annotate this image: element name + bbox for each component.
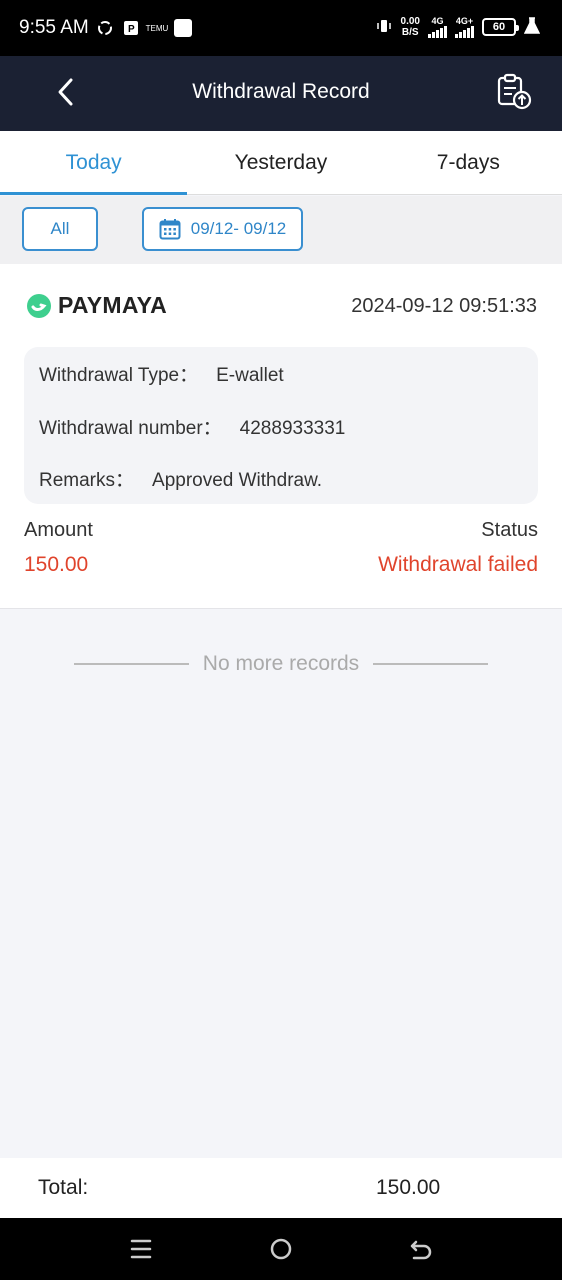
channel-name: PAYMAYA [58,292,168,318]
temu-icon: TEMU [145,23,169,33]
records-upload-button[interactable] [494,72,534,112]
sim1-label: 4G [431,15,444,26]
sync-icon [96,19,114,37]
page-title: Withdrawal Record [192,80,370,103]
list-end-indicator: No more records [0,652,562,676]
clipboard-upload-icon [497,73,532,110]
divider-right [373,663,489,665]
total-value: 150.00 [376,1176,441,1199]
system-icons: 0.00 B/S 4G 4G+ 60 [375,15,541,38]
battery-level: 60 [492,21,506,33]
divider-left [73,663,189,665]
withdrawal-number-value: 4288933331 [239,418,346,439]
record-details: Withdrawal Type： E-wallet Withdrawal numb… [24,347,538,504]
sim2-label: 4G+ [455,15,474,26]
vibrate-icon [375,17,393,38]
remarks-label: Remarks： [39,470,135,491]
tab-today[interactable]: Today [0,131,188,195]
net-speed: 0.00 B/S [401,16,420,38]
notification-icons: P TEMU [96,19,192,37]
tab-yesterday[interactable]: Yesterday [187,131,374,194]
svg-text:P: P [128,24,135,35]
status-bar: 9:55 AM P TEMU 0.00 B/S 4G 4G+ 60 [0,0,562,56]
payment-channel: PAYMAYA [26,292,167,319]
date-range-text: 09/12- 09/12 [190,219,287,238]
status-time: 9:55 AM [19,17,89,38]
flask-icon [523,16,541,38]
filter-all-button[interactable]: All [22,207,98,251]
withdrawal-type-label: Withdrawal Type： [39,365,199,386]
app-p-icon: P [122,19,140,37]
tab-7-days[interactable]: 7-days [375,131,562,194]
battery-icon: 60 [482,18,519,36]
paymaya-logo-icon [27,293,51,318]
net-speed-value: 0.00 [400,16,420,27]
remarks-value: Approved Withdraw. [152,470,323,491]
home-circle-icon [270,1238,292,1260]
gallery-icon [174,19,192,37]
filter-bar: All 09/12- 09/12 [0,196,562,264]
recent-apps-button[interactable] [126,1234,156,1264]
status-label: Status [481,519,538,541]
date-range-picker[interactable]: 09/12- 09/12 [142,207,303,251]
home-button[interactable] [266,1234,296,1264]
withdrawal-record-card[interactable]: PAYMAYA 2024-09-12 09:51:33 Withdrawal T… [0,264,562,609]
remarks-row: Remarks： Approved Withdraw. [39,465,322,492]
net-speed-unit: B/S [401,27,419,38]
system-back-button[interactable] [406,1234,436,1264]
amount-label: Amount [24,519,93,541]
status-value: Withdrawal failed [378,553,538,576]
withdrawal-type-value: E-wallet [216,365,284,386]
date-tabs: Today Yesterday 7-days [0,131,562,195]
system-navigation-bar [0,1218,562,1280]
app-header: Withdrawal Record [0,56,562,131]
withdrawal-type-row: Withdrawal Type： E-wallet [39,360,284,387]
sim2-signal-icon: 4G+ [455,15,474,38]
withdrawal-number-label: Withdrawal number： [39,418,222,439]
total-summary-bar: Total: 150.00 [0,1158,562,1218]
menu-icon [130,1239,152,1259]
back-arrow-icon [410,1240,432,1260]
no-more-records-text: No more records [202,652,360,675]
total-label: Total: [38,1176,89,1199]
amount-value: 150.00 [24,553,89,576]
record-datetime: 2024-09-12 09:51:33 [351,295,537,317]
withdrawal-number-row: Withdrawal number： 4288933331 [39,413,345,440]
sim1-signal-icon: 4G [428,15,447,38]
calendar-icon [159,219,181,240]
